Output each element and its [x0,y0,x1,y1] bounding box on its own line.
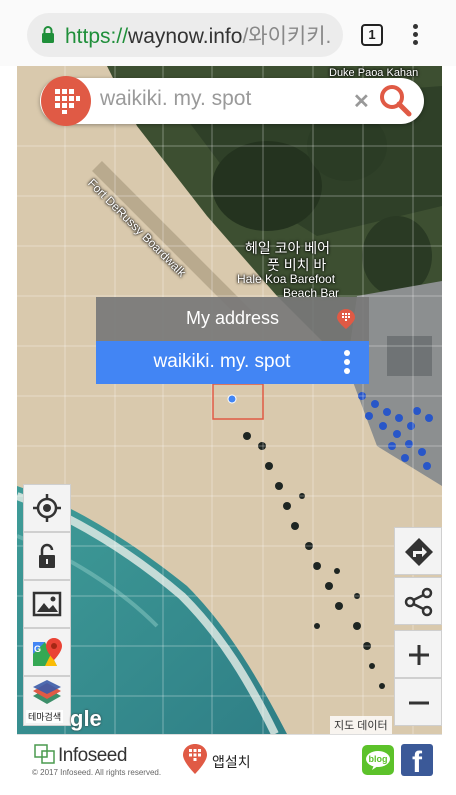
lock-map-button[interactable] [23,532,71,580]
app-install-link[interactable]: 앱설치 [212,752,251,772]
copyright-text: © 2017 Infoseed. All rights reserved. [32,768,162,777]
map-label-poi-english-1: Hale Koa Barefoot [237,272,336,286]
photo-button[interactable] [23,580,71,628]
share-button[interactable] [394,577,442,625]
infoseed-logo-icon [34,744,55,764]
plus-icon [409,645,429,665]
theme-search-label: 테마검색 [26,710,64,723]
popup-header-label: My address [185,308,280,328]
blog-icon[interactable]: blog [362,745,394,775]
browser-toolbar: https://waynow.info/와이키키. 1 [0,0,456,66]
search-input[interactable]: waikiki. my. spot [100,87,251,111]
google-maps-button[interactable]: G [23,628,71,676]
address-bar[interactable]: https://waynow.info/와이키키. [27,13,343,57]
directions-icon [405,538,433,566]
map-imagery [17,66,442,734]
tab-switcher-button[interactable]: 1 [361,24,383,46]
app-install-icon[interactable] [182,744,208,774]
google-maps-icon: G [33,638,62,666]
browser-menu-icon[interactable] [407,22,423,48]
crosshair-icon [33,494,61,522]
lock-icon [42,26,54,43]
unlock-icon [39,543,55,568]
zoom-in-button[interactable] [394,630,442,678]
my-location-button[interactable] [23,484,71,532]
grid-pin-icon [55,89,80,114]
map-attribution[interactable]: 지도 데이터 [330,716,392,734]
popup-place-label: waikiki. my. spot [153,351,291,372]
minus-icon [409,701,429,705]
app-logo[interactable] [41,76,91,126]
grid-pin-icon [337,309,355,329]
infoseed-brand[interactable]: Infoseed [58,745,127,767]
search-icon[interactable] [377,82,413,118]
directions-button[interactable] [394,527,442,575]
google-watermark: gle [70,706,102,731]
layers-icon [33,680,61,704]
zoom-out-button[interactable] [394,678,442,726]
blog-icon-label: blog [369,754,388,764]
satellite-map[interactable]: Duke Paoa Kahan Fort DeRussy Boardwalk 헤… [17,66,442,734]
image-icon [32,591,62,617]
svg-text:G: G [34,644,41,654]
url-text: https://waynow.info/와이키키. [65,25,332,48]
popup-place[interactable]: waikiki. my. spot [96,341,369,384]
share-icon [404,587,433,617]
popup-header: My address [96,297,369,341]
more-options-icon[interactable] [341,349,353,377]
facebook-icon[interactable]: f [401,744,433,779]
clear-icon[interactable]: ✕ [353,89,370,114]
facebook-icon-label: f [412,746,422,779]
